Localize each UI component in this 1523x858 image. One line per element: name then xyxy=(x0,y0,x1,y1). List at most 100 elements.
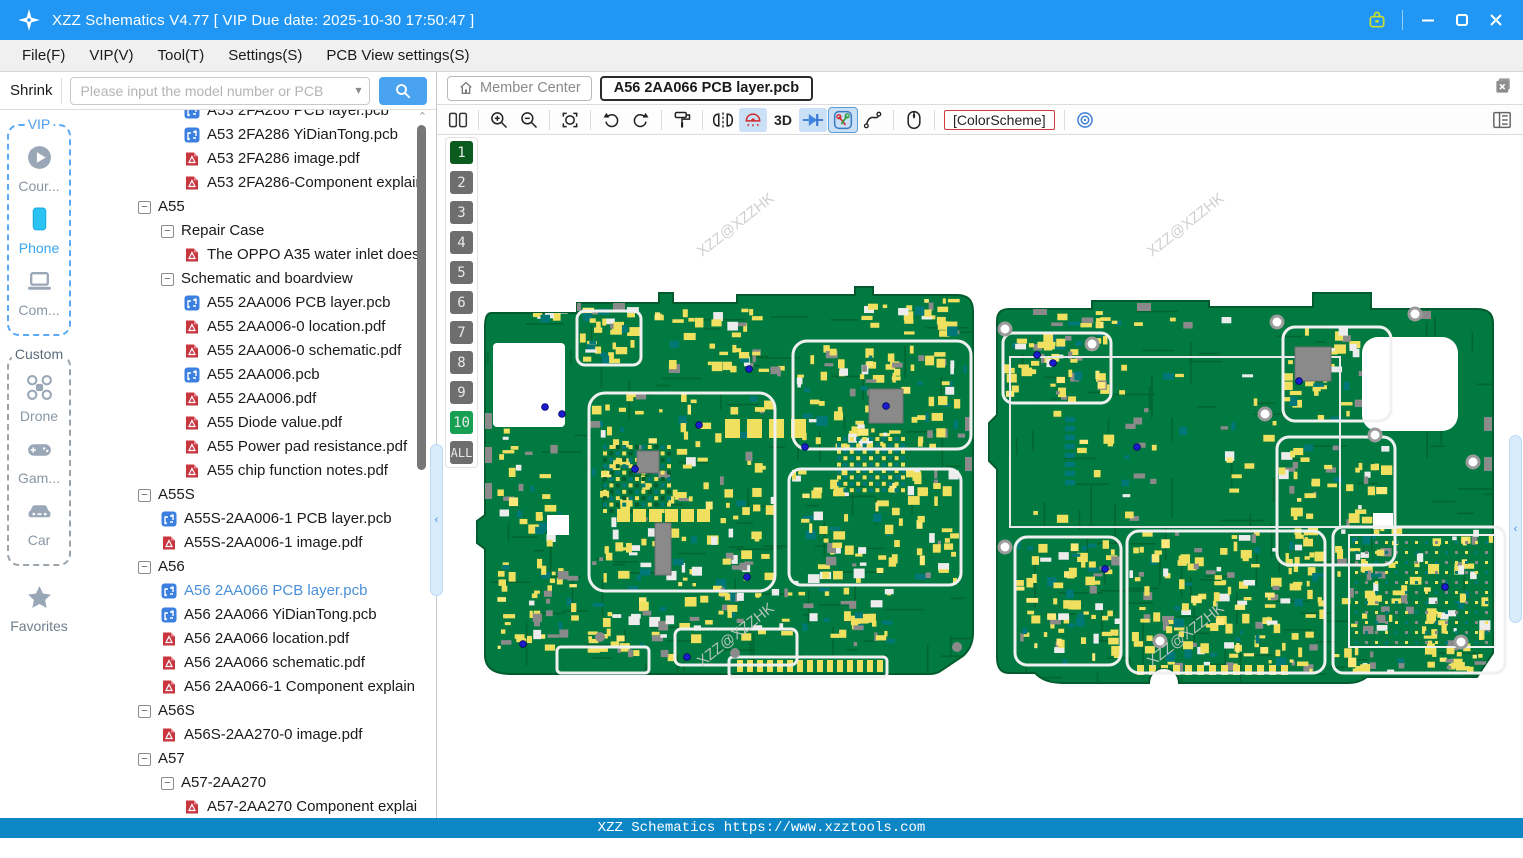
chevron-down-icon[interactable]: ▾ xyxy=(356,83,362,97)
collapse-left-panel-handle[interactable]: ‹ xyxy=(430,444,443,596)
tree-node-a57[interactable]: − A57 xyxy=(78,747,436,771)
sidebar-item-gam[interactable]: Gam... xyxy=(11,436,67,486)
sidebar-item-com[interactable]: Com... xyxy=(11,268,67,318)
layer-button-10[interactable]: 10 xyxy=(450,411,473,434)
tree-file-a55-2aa006-0-schematic-pdf[interactable]: A55 2AA006-0 schematic.pdf xyxy=(78,339,436,363)
tree-file-the-oppo-a35-water-inlet-does[interactable]: The OPPO A35 water inlet does xyxy=(78,243,436,267)
tree-file-a56-2aa066-location-pdf[interactable]: A56 2AA066 location.pdf xyxy=(78,627,436,651)
tab-active-pcb[interactable]: A56 2AA066 PCB layer.pcb xyxy=(599,75,814,101)
search-button[interactable] xyxy=(378,76,427,105)
tree-scrollbar[interactable] xyxy=(417,125,426,470)
layer-button-1[interactable]: 1 xyxy=(450,141,473,164)
menu-tool-t[interactable]: Tool(T) xyxy=(146,43,217,68)
tree-file-a57-2aa270-component-explai[interactable]: A57-2AA270 Component explai xyxy=(78,795,436,818)
collapse-node-icon[interactable]: − xyxy=(138,488,151,502)
sidebar-item-cour[interactable]: Cour... xyxy=(11,144,67,194)
minimize-button[interactable] xyxy=(1411,6,1445,34)
blind-via-icon[interactable] xyxy=(1071,108,1099,132)
layer-button-6[interactable]: 6 xyxy=(450,291,473,314)
tree-file-a53-2fa286-component-explain[interactable]: A53 2FA286-Component explain xyxy=(78,171,436,195)
split-view-icon[interactable] xyxy=(444,108,472,132)
collapse-node-icon[interactable]: − xyxy=(161,224,174,238)
tree-item-label: A57-2AA270 xyxy=(181,774,267,791)
collapse-right-panel-handle[interactable]: ‹ xyxy=(1509,435,1522,623)
tree-file-a55-power-pad-resistance-pdf[interactable]: A55 Power pad resistance.pdf xyxy=(78,435,436,459)
license-briefcase-icon[interactable] xyxy=(1360,6,1394,34)
tree-file-a55-chip-function-notes-pdf[interactable]: A55 chip function notes.pdf xyxy=(78,459,436,483)
menu-vip-v[interactable]: VIP(V) xyxy=(77,43,145,68)
layer-button-8[interactable]: 8 xyxy=(450,351,473,374)
search-input[interactable] xyxy=(69,76,370,105)
fit-screen-icon[interactable] xyxy=(556,108,584,132)
sidebar-item-drone[interactable]: Drone xyxy=(11,374,67,424)
tree-file-a56s-2aa270-0-image-pdf[interactable]: A56S-2AA270-0 image.pdf xyxy=(78,723,436,747)
tree-node-schematic-and-boardview[interactable]: − Schematic and boardview xyxy=(78,267,436,291)
collapse-node-icon[interactable]: − xyxy=(161,776,174,790)
curve-trace-icon[interactable] xyxy=(859,108,887,132)
measure-pins-icon[interactable] xyxy=(828,106,858,133)
tree-file-a55-2aa006-pcb-layer-pcb[interactable]: A55 2AA006 PCB layer.pcb xyxy=(78,291,436,315)
tree-file-a55-2aa006-pdf[interactable]: A55 2AA006.pdf xyxy=(78,387,436,411)
layer-button-5[interactable]: 5 xyxy=(450,261,473,284)
tree-file-a55s-2aa006-1-image-pdf[interactable]: A55S-2AA006-1 image.pdf xyxy=(78,531,436,555)
menu-file-f[interactable]: File(F) xyxy=(10,43,77,68)
close-button[interactable] xyxy=(1479,6,1513,34)
mirror-flip-icon[interactable] xyxy=(709,108,737,132)
mouse-settings-icon[interactable] xyxy=(900,108,928,132)
tree-node-a56[interactable]: − A56 xyxy=(78,555,436,579)
member-center-button[interactable]: Member Center xyxy=(447,75,592,101)
lamp-icon[interactable] xyxy=(739,107,767,132)
sidebar-item-car[interactable]: Car xyxy=(11,498,67,548)
layer-button-all[interactable]: ALL xyxy=(450,441,473,464)
layer-button-9[interactable]: 9 xyxy=(450,381,473,404)
rotate-left-icon[interactable] xyxy=(597,108,625,132)
tree-file-a55-2aa006-0-location-pdf[interactable]: A55 2AA006-0 location.pdf xyxy=(78,315,436,339)
tree-file-a56-2aa066-pcb-layer-pcb[interactable]: A56 2AA066 PCB layer.pcb xyxy=(78,579,436,603)
app-window: XZZ Schematics V4.77 [ VIP Due date: 202… xyxy=(0,0,1523,858)
tree-file-a55s-2aa006-1-pcb-layer-pcb[interactable]: A55S-2AA006-1 PCB layer.pcb xyxy=(78,507,436,531)
pcb-viewport[interactable]: 1 2 3 4 5 6 7 8 9 10 ALL XZZ@XZZHK XZZ@XZZHK XZZ@XZZ… xyxy=(437,135,1523,818)
pdf-file-icon xyxy=(163,728,175,742)
collapse-node-icon[interactable]: − xyxy=(138,200,151,214)
maximize-button[interactable] xyxy=(1445,6,1479,34)
tree-node-a57-2aa270[interactable]: − A57-2AA270 xyxy=(78,771,436,795)
watermark-text: XZZ@XZZHK xyxy=(1144,190,1228,260)
tree-file-a56-2aa066-1-component-explain[interactable]: A56 2AA066-1 Component explain xyxy=(78,675,436,699)
layer-button-4[interactable]: 4 xyxy=(450,231,473,254)
3d-view-button[interactable]: 3D xyxy=(769,108,797,132)
tree-file-a56-2aa066-yidiantong-pcb[interactable]: A56 2AA066 YiDianTong.pcb xyxy=(78,603,436,627)
collapse-node-icon[interactable]: − xyxy=(138,752,151,766)
tree-node-a55[interactable]: − A55 xyxy=(78,195,436,219)
tree-node-a56s[interactable]: − A56S xyxy=(78,699,436,723)
tree-file-a56-2aa066-schematic-pdf[interactable]: A56 2AA066 schematic.pdf xyxy=(78,651,436,675)
collapse-node-icon[interactable]: − xyxy=(138,560,151,574)
tree-node-a55s[interactable]: − A55S xyxy=(78,483,436,507)
layer-button-7[interactable]: 7 xyxy=(450,321,473,344)
tree-file-a53-2fa286-image-pdf[interactable]: A53 2FA286 image.pdf xyxy=(78,147,436,171)
menu-settings-s[interactable]: Settings(S) xyxy=(216,43,314,68)
sidebar-group-label: Custom xyxy=(11,346,67,362)
rotate-right-icon[interactable] xyxy=(627,108,655,132)
close-tab-icon[interactable] xyxy=(1494,76,1513,100)
tree-file-a53-2fa286-pcb-layer-pcb[interactable]: A53 2FA286 PCB layer.pcb xyxy=(78,110,436,123)
panel-toggle-icon[interactable] xyxy=(1488,108,1516,132)
shrink-button[interactable]: Shrink xyxy=(6,82,61,99)
collapse-node-icon[interactable]: − xyxy=(161,272,174,286)
paint-roller-icon[interactable] xyxy=(668,108,696,132)
tree-file-a55-2aa006-pcb[interactable]: A55 2AA006.pcb xyxy=(78,363,436,387)
zoom-out-icon[interactable] xyxy=(515,108,543,132)
tree-scroll-up-arrow[interactable]: ⌃ xyxy=(418,110,427,123)
menu-pcb-view-settings-s[interactable]: PCB View settings(S) xyxy=(314,43,481,68)
layer-button-2[interactable]: 2 xyxy=(450,171,473,194)
collapse-node-icon[interactable]: − xyxy=(138,704,151,718)
sidebar-item-favorites[interactable]: Favorites xyxy=(5,584,73,634)
layer-button-3[interactable]: 3 xyxy=(450,201,473,224)
sidebar-item-phone[interactable]: Phone xyxy=(11,206,67,256)
zoom-in-icon[interactable] xyxy=(485,108,513,132)
pcb-canvas[interactable]: XZZ@XZZHK XZZ@XZZHKXZZ@XZZHK XZZ@XZZHK xyxy=(437,135,1523,818)
colorscheme-button[interactable]: [ColorScheme] xyxy=(944,109,1055,130)
tree-node-repair-case[interactable]: − Repair Case xyxy=(78,219,436,243)
tree-file-a53-2fa286-yidiantong-pcb[interactable]: A53 2FA286 YiDianTong.pcb xyxy=(78,123,436,147)
tree-file-a55-diode-value-pdf[interactable]: A55 Diode value.pdf xyxy=(78,411,436,435)
diode-direction-icon[interactable] xyxy=(799,107,827,132)
